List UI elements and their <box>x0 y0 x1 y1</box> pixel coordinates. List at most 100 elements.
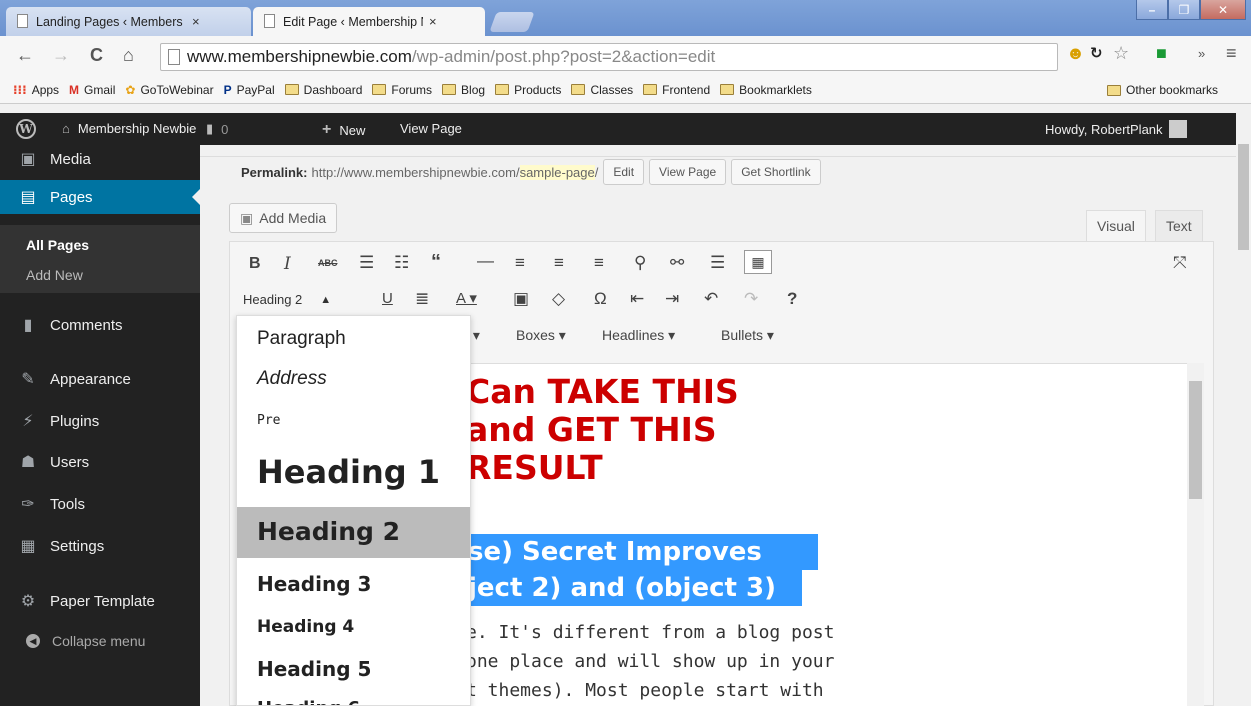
format-option-heading-5[interactable]: Heading 5 <box>257 657 371 681</box>
format-option-heading-1[interactable]: Heading 1 <box>257 453 440 491</box>
bookmark-products[interactable]: Products <box>495 83 561 97</box>
wp-logo-icon[interactable]: W <box>16 119 36 139</box>
collapse-menu-button[interactable]: ◀ Collapse menu <box>26 633 145 649</box>
comments-link[interactable]: ▮ 0 <box>206 121 228 137</box>
strikethrough-icon[interactable]: ABC <box>318 258 338 268</box>
underline-icon[interactable]: U <box>382 290 393 307</box>
sidebar-item-users[interactable]: ☗ Users <box>0 445 200 479</box>
unlink-icon[interactable]: ⚯ <box>670 253 684 273</box>
toolbar-toggle-icon[interactable]: ▦ <box>744 250 772 274</box>
format-option-pre[interactable]: Pre <box>257 413 280 428</box>
format-select[interactable]: Heading 2 ▲ <box>243 292 331 307</box>
sidebar-item-plugins[interactable]: ⚡ Plugins <box>0 404 200 438</box>
scrollbar-thumb[interactable] <box>1238 144 1249 250</box>
permalink-slug[interactable]: sample-page <box>519 164 595 180</box>
sidebar-item-media[interactable]: ▣ Media <box>0 145 200 173</box>
bookmark-forums[interactable]: Forums <box>372 83 432 97</box>
view-page-link[interactable]: View Page <box>400 121 462 136</box>
read-more-icon[interactable]: ☰ <box>710 253 725 273</box>
bookmark-apps[interactable]: ⁝⁝⁝ Apps <box>13 83 59 97</box>
window-close-button[interactable]: ✕ <box>1200 0 1246 20</box>
new-tab-button[interactable] <box>489 12 535 32</box>
format-option-heading-6[interactable]: Heading 6 <box>257 698 360 705</box>
edit-permalink-button[interactable]: Edit <box>603 159 645 185</box>
link-icon[interactable]: ⚲ <box>634 253 646 273</box>
boxes-menu[interactable]: Boxes ▾ <box>516 327 566 344</box>
reload-icon[interactable]: C <box>90 45 103 66</box>
extension-icon[interactable]: ☻ <box>1066 43 1085 64</box>
bookmark-frontend[interactable]: Frontend <box>643 83 710 97</box>
submenu-add-new[interactable]: Add New <box>26 267 83 283</box>
star-icon[interactable]: ☆ <box>1113 43 1129 64</box>
numbered-list-icon[interactable]: ☷ <box>394 253 409 273</box>
sidebar-item-settings[interactable]: ▦ Settings <box>0 529 200 563</box>
back-icon[interactable]: ← <box>16 45 34 66</box>
align-center-icon[interactable]: ≡ <box>554 253 564 273</box>
menu-icon[interactable]: ≡ <box>1226 43 1237 64</box>
format-option-heading-2[interactable]: Heading 2 <box>257 517 400 546</box>
bookmark-bookmarklets[interactable]: Bookmarklets <box>720 83 812 97</box>
maximize-button[interactable]: ❐ <box>1168 0 1200 20</box>
headlines-menu[interactable]: Headlines ▾ <box>602 327 675 344</box>
justify-icon[interactable]: ≣ <box>415 289 429 309</box>
site-name-link[interactable]: ⌂ Membership Newbie <box>62 121 196 136</box>
close-icon[interactable]: × <box>429 14 437 29</box>
browser-tab-edit-page[interactable]: Edit Page ‹ Membership N × <box>253 7 485 36</box>
bookmark-dashboard[interactable]: Dashboard <box>284 83 362 97</box>
scrollbar-thumb[interactable] <box>1189 381 1202 499</box>
bullet-list-icon[interactable]: ☰ <box>359 253 374 273</box>
redo-icon[interactable]: ↷ <box>744 289 758 309</box>
align-left-icon[interactable]: ≡ <box>515 253 525 273</box>
browser-tab-landing-pages[interactable]: Landing Pages ‹ Members × <box>6 7 251 36</box>
clear-formatting-icon[interactable]: ◇ <box>552 289 565 309</box>
format-option-paragraph[interactable]: Paragraph <box>257 328 346 350</box>
tab-text[interactable]: Text <box>1155 210 1203 241</box>
bullets-menu[interactable]: Bullets ▾ <box>721 327 774 344</box>
format-option-heading-3[interactable]: Heading 3 <box>257 572 371 596</box>
home-icon[interactable]: ⌂ <box>123 45 134 66</box>
submenu-all-pages[interactable]: All Pages <box>26 237 89 253</box>
close-icon[interactable]: × <box>192 14 200 29</box>
help-icon[interactable]: ? <box>787 289 797 309</box>
bookmark-gmail[interactable]: M Gmail <box>69 83 115 97</box>
bold-icon[interactable]: B <box>249 255 261 273</box>
outdent-icon[interactable]: ⇤ <box>630 289 644 309</box>
get-shortlink-button[interactable]: Get Shortlink <box>731 159 821 185</box>
fullscreen-icon[interactable]: ⤧ <box>1173 253 1187 273</box>
special-character-icon[interactable]: Ω <box>594 289 607 309</box>
sidebar-item-paper-template[interactable]: ⚙ Paper Template <box>0 584 200 618</box>
text-color-icon[interactable]: A ▾ <box>456 289 477 307</box>
more-extensions-icon[interactable]: » <box>1198 46 1205 61</box>
add-media-button[interactable]: ▣ Add Media <box>229 203 338 233</box>
tab-visual[interactable]: Visual <box>1086 210 1146 241</box>
italic-icon[interactable]: I <box>284 254 291 274</box>
minimize-button[interactable]: – <box>1136 0 1168 20</box>
page-scrollbar[interactable] <box>1236 104 1251 706</box>
align-right-icon[interactable]: ≡ <box>594 253 604 273</box>
sidebar-item-appearance[interactable]: ✎ Appearance <box>0 362 200 396</box>
evernote-icon[interactable]: ■ <box>1156 43 1167 64</box>
paste-text-icon[interactable]: ▣ <box>513 289 529 309</box>
undo-icon[interactable]: ↶ <box>704 289 718 309</box>
sync-icon[interactable]: ↻ <box>1090 44 1103 62</box>
forward-icon[interactable]: → <box>52 45 70 66</box>
format-option-heading-4[interactable]: Heading 4 <box>257 617 354 637</box>
blockquote-icon[interactable]: “ <box>431 251 441 274</box>
sidebar-item-pages[interactable]: ▤ Pages <box>0 180 200 214</box>
url-input[interactable]: www.membershipnewbie.com/wp-admin/post.p… <box>160 43 1058 71</box>
bookmark-paypal[interactable]: P PayPal <box>224 83 275 97</box>
horizontal-line-icon[interactable]: — <box>477 251 494 271</box>
account-menu[interactable]: Howdy, RobertPlank <box>1045 120 1187 138</box>
new-content-link[interactable]: + New <box>322 121 365 139</box>
indent-icon[interactable]: ⇥ <box>665 289 679 309</box>
format-option-address[interactable]: Address <box>257 368 327 390</box>
view-page-button[interactable]: View Page <box>649 159 727 185</box>
sidebar-item-tools[interactable]: ✑ Tools <box>0 487 200 521</box>
bookmark-classes[interactable]: Classes <box>571 83 633 97</box>
sidebar-item-comments[interactable]: ▮ Comments <box>0 308 200 342</box>
editor-scrollbar[interactable] <box>1187 363 1204 706</box>
bookmark-blog[interactable]: Blog <box>442 83 485 97</box>
bookmark-other[interactable]: Other bookmarks <box>1107 83 1218 97</box>
collapse-arrow-icon: ◀ <box>26 634 40 648</box>
bookmark-gotowebinar[interactable]: ✿ GoToWebinar <box>125 83 213 97</box>
